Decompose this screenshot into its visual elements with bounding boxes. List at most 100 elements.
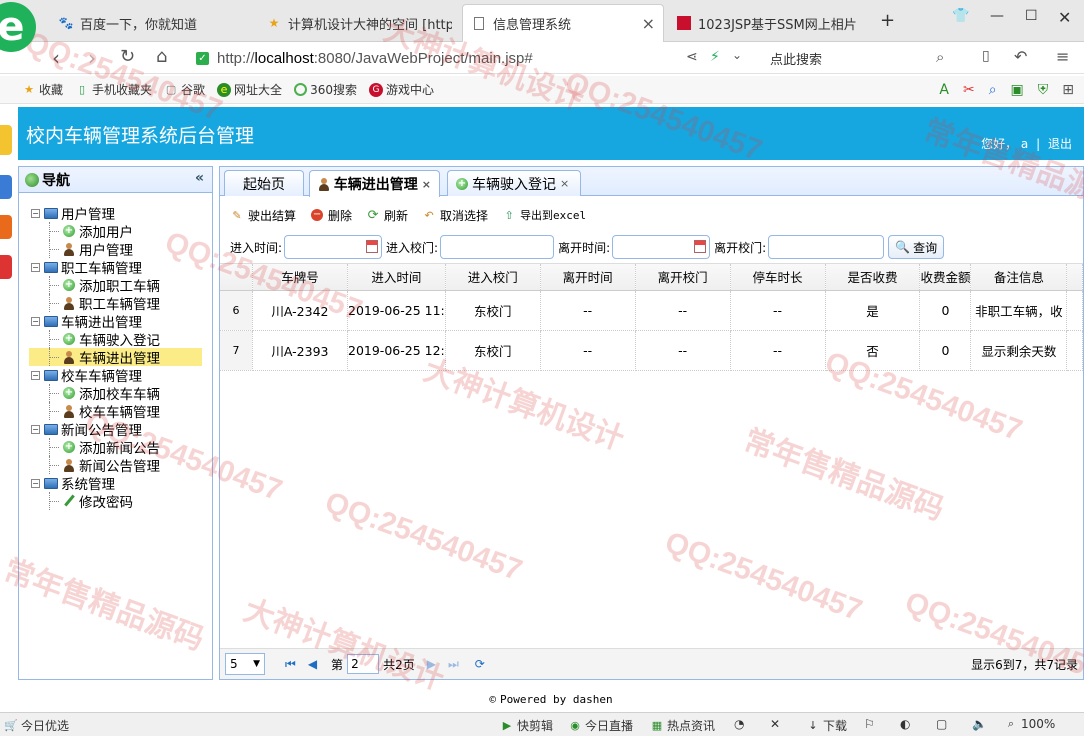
column-header[interactable]: 进入校门 (445, 264, 541, 291)
search-icon[interactable]: ⌕ (936, 48, 944, 66)
status-tools-icon[interactable]: ✕ (770, 717, 780, 731)
status-browser-icon[interactable]: ◐ (900, 717, 910, 731)
maximize-icon[interactable]: ☐ (1025, 8, 1038, 24)
next-page-icon[interactable]: ▶ (427, 657, 436, 671)
shield-icon[interactable]: ⛨ (1038, 82, 1049, 98)
refresh-button[interactable]: ⟳ 刷新 (366, 207, 408, 224)
mobile-icon[interactable]: ▯ (982, 48, 990, 64)
translate-icon[interactable]: A (939, 82, 949, 98)
browser-tab-baidu[interactable]: 🐾 百度一下，你就知道 (50, 4, 255, 42)
grid-icon[interactable]: ⊞ (1062, 82, 1074, 98)
column-header[interactable]: 车牌号 (252, 264, 349, 291)
column-header[interactable]: 备注信息 (970, 264, 1068, 291)
collapse-toggle-icon[interactable]: − (31, 478, 40, 488)
browser-tab-blog[interactable]: ★ 计算机设计大神的空间 [http (258, 4, 460, 42)
gamepad-icon[interactable]: ▣ (1011, 82, 1024, 98)
page-number-input[interactable]: 2 (347, 654, 380, 674)
close-window-icon[interactable]: ✕ (1058, 8, 1071, 27)
table-row[interactable]: 7 川A-2393 2019-06-25 12: 东校门 -- -- -- 否 0 显示剩余天数 (220, 330, 1083, 371)
column-header[interactable]: 是否收费 (825, 264, 921, 291)
undo-icon[interactable]: ↶ (1014, 47, 1027, 66)
refresh-icon[interactable]: ↻ (120, 46, 135, 67)
collapse-toggle-icon[interactable]: − (31, 316, 40, 326)
bookmark-sites[interactable]: e 网址大全 (217, 81, 282, 98)
share-icon[interactable]: ⋖ (686, 49, 698, 65)
scissors-icon[interactable]: ✂ (963, 82, 975, 98)
search-box[interactable]: 点此搜索 (770, 49, 822, 68)
browser-tab-photo[interactable]: 1023JSP基于SSM网上相片 (668, 4, 868, 42)
lightning-icon[interactable]: ⚡ (710, 49, 720, 65)
last-page-icon[interactable]: ⏭ (448, 657, 459, 672)
nav-item-1-1[interactable]: 职工车辆管理 (29, 294, 160, 313)
status-daily-picks[interactable]: 🛒 今日优选 (4, 717, 69, 734)
nav-group-0[interactable]: − 用户管理 (31, 204, 115, 223)
logout-link[interactable]: 退出 (1048, 137, 1072, 151)
deselect-button[interactable]: ↶ 取消选择 (422, 207, 488, 224)
nav-item-2-1[interactable]: 车辆进出管理 (29, 348, 202, 367)
nav-collapse-button[interactable]: « (195, 170, 204, 186)
query-button[interactable]: 🔍 查询 (888, 235, 945, 259)
browser-tab-active[interactable]: 信息管理系统 × (462, 4, 664, 42)
pager-refresh-icon[interactable]: ⟳ (475, 657, 485, 671)
nav-item-0-1[interactable]: 用户管理 (29, 240, 133, 259)
nav-item-2-0[interactable]: + 车辆驶入登记 (29, 330, 160, 349)
tab-vehicle-entry[interactable]: + 车辆驶入登记 × (447, 170, 581, 196)
column-header[interactable]: 停车时长 (730, 264, 826, 291)
table-row[interactable]: 6 川A-2342 2019-06-25 11: 东校门 -- -- -- 是 0 非职工车辆，收 (220, 290, 1083, 331)
close-tab-icon[interactable]: × (636, 14, 655, 33)
status-zoom[interactable]: ⌕ 100% (1004, 717, 1055, 731)
out-time-input[interactable] (612, 235, 711, 259)
nav-item-5-0[interactable]: 修改密码 (29, 492, 133, 511)
menu-icon[interactable]: ≡ (1056, 47, 1069, 66)
bookmark-games[interactable]: G 游戏中心 (368, 81, 434, 98)
first-page-icon[interactable]: ⏮ (285, 657, 296, 672)
column-header[interactable]: 收费金额 (919, 264, 972, 291)
new-tab-button[interactable]: + (880, 10, 895, 31)
collapse-toggle-icon[interactable]: − (31, 370, 40, 380)
nav-item-4-1[interactable]: 新闻公告管理 (29, 456, 160, 475)
prev-page-icon[interactable]: ◀ (308, 657, 317, 671)
status-screenshot-icon[interactable]: ⚐ (864, 717, 875, 731)
close-tab-icon[interactable]: × (422, 178, 431, 191)
bookmark-favorites[interactable]: ★ 收藏 (22, 81, 63, 98)
sidebar-doc-icon[interactable] (0, 175, 12, 199)
status-speed-icon[interactable]: ◔ (734, 717, 744, 731)
bookmark-mobile[interactable]: ▯ 手机收藏夹 (75, 81, 152, 98)
nav-item-1-0[interactable]: + 添加职工车辆 (29, 276, 160, 295)
nav-item-0-0[interactable]: + 添加用户 (29, 222, 133, 241)
nav-group-4[interactable]: − 新闻公告管理 (31, 420, 142, 439)
nav-group-5[interactable]: − 系统管理 (31, 474, 115, 493)
export-excel-button[interactable]: ⇧ 导出到excel (502, 207, 586, 223)
sidebar-app-icon[interactable] (0, 215, 12, 239)
bookmark-360[interactable]: 360搜索 (294, 81, 357, 98)
nav-item-4-0[interactable]: + 添加新闻公告 (29, 438, 160, 457)
in-gate-input[interactable] (440, 235, 555, 259)
tab-home[interactable]: 起始页 (224, 170, 304, 196)
out-gate-input[interactable] (768, 235, 885, 259)
nav-item-3-1[interactable]: 校车车辆管理 (29, 402, 160, 421)
column-header[interactable]: 进入时间 (347, 264, 446, 291)
collapse-toggle-icon[interactable]: − (31, 208, 40, 218)
back-icon[interactable]: ‹ (52, 46, 60, 70)
checkout-button[interactable]: ✎ 驶出结算 (230, 207, 296, 224)
status-download[interactable]: ↓ 下载 (806, 717, 847, 734)
home-icon[interactable]: ⌂ (156, 46, 167, 67)
sidebar-note-icon[interactable] (0, 125, 12, 155)
column-header[interactable]: 离开校门 (635, 264, 731, 291)
nav-group-3[interactable]: − 校车车辆管理 (31, 366, 142, 385)
tab-vehicle-inout[interactable]: 车辆进出管理 × (309, 170, 440, 197)
collapse-toggle-icon[interactable]: − (31, 424, 40, 434)
magnifier-icon[interactable]: ⌕ (989, 82, 997, 98)
url-field[interactable]: ✓ http://localhost:8080/JavaWebProject/m… (196, 45, 956, 71)
status-window-icon[interactable]: ▢ (936, 717, 947, 731)
status-news[interactable]: ▦ 热点资讯 (650, 717, 715, 734)
in-time-input[interactable] (284, 235, 383, 259)
forward-icon[interactable]: › (88, 46, 96, 70)
delete-button[interactable]: − 删除 (310, 207, 352, 224)
collapse-toggle-icon[interactable]: − (31, 262, 40, 272)
minimize-icon[interactable]: — (990, 8, 1004, 24)
nav-group-1[interactable]: − 职工车辆管理 (31, 258, 142, 277)
status-live[interactable]: ◉ 今日直播 (568, 717, 633, 734)
sidebar-ring-icon[interactable] (0, 255, 12, 279)
column-header[interactable]: 离开时间 (540, 264, 636, 291)
